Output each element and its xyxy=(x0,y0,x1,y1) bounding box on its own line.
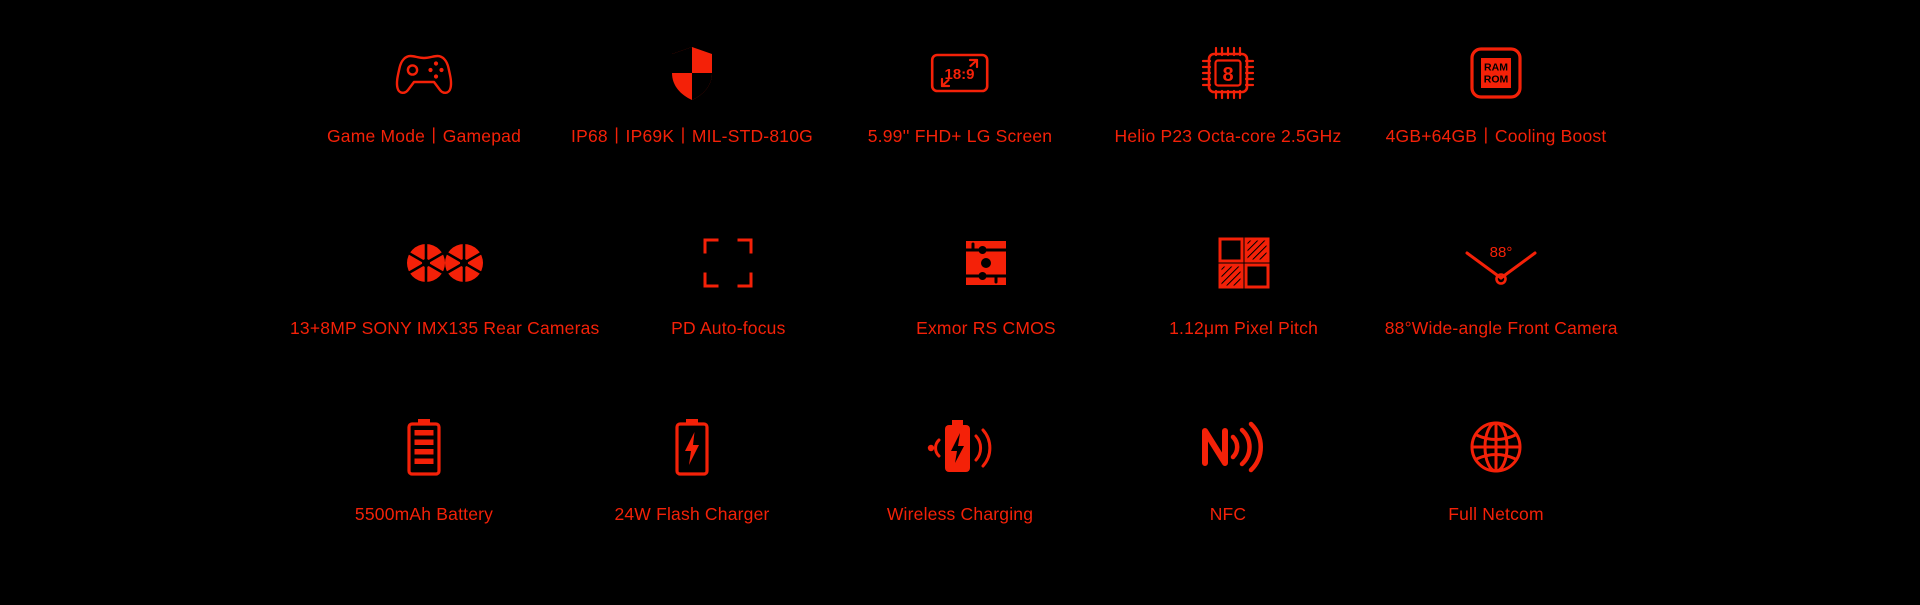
spec-row-performance: Game Mode丨Gamepad IP68丨IP69K丨MIL-STD-810… xyxy=(290,42,1630,224)
gamepad-icon xyxy=(393,42,455,104)
spec-cell-battery: 5500mAh Battery xyxy=(290,416,558,598)
spec-row-power-connectivity: 5500mAh Battery 24W Flash Charger Wirele… xyxy=(290,416,1630,598)
wireless-charging-icon xyxy=(926,416,994,478)
spec-sheet: Game Mode丨Gamepad IP68丨IP69K丨MIL-STD-810… xyxy=(0,0,1920,605)
ram-rom-icon: RAM ROM xyxy=(1470,42,1522,104)
cmos-sensor-icon xyxy=(963,232,1009,294)
spec-label: NFC xyxy=(1209,504,1247,524)
spec-cell-wireless-charging: Wireless Charging xyxy=(826,416,1094,598)
spec-label: PD Auto-focus xyxy=(671,318,786,338)
globe-icon xyxy=(1469,416,1523,478)
spec-label: 13+8MP SONY IMX135 Rear Cameras xyxy=(290,318,600,338)
spec-cell-wide-angle: 88° 88°Wide-angle Front Camera xyxy=(1372,232,1630,414)
spec-cell-processor: 8 Helio P23 Octa-core 2.5GHz xyxy=(1094,42,1362,224)
screen-ratio-icon: 18:9 xyxy=(930,42,990,104)
wide-angle-icon: 88° xyxy=(1464,232,1538,294)
spec-label: Helio P23 Octa-core 2.5GHz xyxy=(1114,126,1342,146)
spec-cell-cmos: Exmor RS CMOS xyxy=(857,232,1115,414)
spec-label: Full Netcom xyxy=(1448,504,1544,524)
battery-bolt-icon xyxy=(673,416,711,478)
rom-text: ROM xyxy=(1484,74,1509,86)
wide-angle-degrees-text: 88° xyxy=(1490,244,1513,261)
battery-full-icon xyxy=(405,416,443,478)
spec-label: 5500mAh Battery xyxy=(354,504,494,524)
shield-icon xyxy=(670,42,714,104)
spec-cell-flash-charger: 24W Flash Charger xyxy=(558,416,826,598)
spec-label: IP68丨IP69K丨MIL-STD-810G xyxy=(571,126,813,146)
spec-label: 88°Wide-angle Front Camera xyxy=(1384,318,1618,338)
spec-cell-nfc: NFC xyxy=(1094,416,1362,598)
spec-cell-durability: IP68丨IP69K丨MIL-STD-810G xyxy=(558,42,826,224)
spec-cell-netcom: Full Netcom xyxy=(1362,416,1630,598)
spec-label: Wireless Charging xyxy=(886,504,1034,524)
spec-label: 4GB+64GB丨Cooling Boost xyxy=(1385,126,1607,146)
spec-cell-pixel-pitch: 1.12μm Pixel Pitch xyxy=(1115,232,1373,414)
spec-cell-memory: RAM ROM 4GB+64GB丨Cooling Boost xyxy=(1362,42,1630,224)
cpu-core-count-text: 8 xyxy=(1222,64,1233,86)
spec-cell-game-mode: Game Mode丨Gamepad xyxy=(290,42,558,224)
spec-row-camera: 13+8MP SONY IMX135 Rear Cameras PD Auto-… xyxy=(290,232,1630,414)
spec-cell-autofocus: PD Auto-focus xyxy=(600,232,858,414)
focus-brackets-icon xyxy=(702,232,754,294)
nfc-icon xyxy=(1199,416,1263,478)
pixel-grid-icon xyxy=(1218,232,1270,294)
spec-label: Exmor RS CMOS xyxy=(916,318,1056,338)
spec-cell-screen: 18:9 5.99'' FHD+ LG Screen xyxy=(826,42,1094,224)
spec-label: 1.12μm Pixel Pitch xyxy=(1169,318,1319,338)
cpu-chip-icon: 8 xyxy=(1200,42,1256,104)
spec-cell-rear-cameras: 13+8MP SONY IMX135 Rear Cameras xyxy=(290,232,600,414)
ram-text: RAM xyxy=(1484,62,1508,74)
dual-aperture-icon xyxy=(406,232,483,294)
spec-label: 24W Flash Charger xyxy=(614,504,770,524)
spec-label: 5.99'' FHD+ LG Screen xyxy=(867,126,1053,146)
spec-label: Game Mode丨Gamepad xyxy=(326,126,522,146)
